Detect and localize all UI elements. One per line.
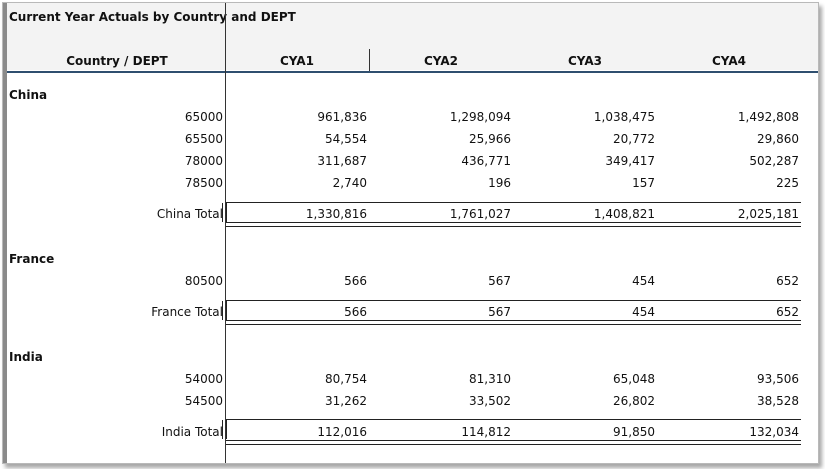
total-value-cell: 652: [776, 305, 799, 319]
value-cell: 29,860: [757, 132, 799, 146]
value-cell: 225: [776, 176, 799, 190]
total-value-cell: 112,016: [317, 425, 367, 439]
value-cell: 1,298,094: [449, 110, 511, 124]
dept-label: 65500: [184, 132, 223, 146]
country-label: France: [9, 252, 55, 266]
dept-label: 78000: [184, 154, 223, 168]
total-value-cell: 91,850: [613, 425, 655, 439]
total-value-cell: 114,812: [461, 425, 511, 439]
total-value-cell: 567: [488, 305, 511, 319]
total-top-rule: [226, 202, 801, 203]
column-separator: [369, 49, 370, 71]
total-value-cell: 566: [344, 305, 367, 319]
dept-label: 54000: [184, 372, 223, 386]
total-value-cell: 1,330,816: [305, 207, 367, 221]
value-cell: 80,754: [325, 372, 367, 386]
total-top-rule: [226, 419, 801, 420]
value-cell: 196: [488, 176, 511, 190]
total-top-rule: [226, 300, 801, 301]
total-value-cell: 1,408,821: [593, 207, 655, 221]
value-cell: 961,836: [317, 110, 367, 124]
value-cell: 1,492,808: [737, 110, 799, 124]
value-cell: 93,506: [757, 372, 799, 386]
dept-label: 54500: [184, 394, 223, 408]
report-window: Current Year Actuals by Country and DEPT…: [2, 2, 819, 464]
total-double-rule: [226, 222, 801, 227]
dept-label: 78500: [184, 176, 223, 190]
value-cell: 20,772: [613, 132, 655, 146]
value-cell: 652: [776, 274, 799, 288]
dept-label: 80500: [184, 274, 223, 288]
report-title: Current Year Actuals by Country and DEPT: [9, 10, 296, 24]
total-value-cell: 1,761,027: [449, 207, 511, 221]
header-rule: [7, 71, 818, 73]
value-cell: 311,687: [317, 154, 367, 168]
value-cell: 65,048: [613, 372, 655, 386]
total-label: China Total: [156, 207, 223, 221]
value-cell: 567: [488, 274, 511, 288]
column-header-cya2: CYA2: [424, 54, 458, 68]
row-header-divider: [225, 3, 226, 463]
value-cell: 38,528: [757, 394, 799, 408]
value-cell: 31,262: [325, 394, 367, 408]
total-double-rule: [226, 320, 801, 325]
country-label: China: [9, 88, 48, 102]
value-cell: 157: [632, 176, 655, 190]
column-header-cya1: CYA1: [280, 54, 314, 68]
value-cell: 54,554: [325, 132, 367, 146]
value-cell: 26,802: [613, 394, 655, 408]
dept-label: 65000: [184, 110, 223, 124]
total-double-rule: [226, 440, 801, 445]
value-cell: 349,417: [605, 154, 655, 168]
value-cell: 566: [344, 274, 367, 288]
total-label: France Total: [151, 305, 223, 319]
value-cell: 81,310: [469, 372, 511, 386]
value-cell: 33,502: [469, 394, 511, 408]
total-label: India Total: [161, 425, 223, 439]
row-header-label: Country / DEPT: [66, 54, 168, 68]
value-cell: 454: [632, 274, 655, 288]
value-cell: 25,966: [469, 132, 511, 146]
value-cell: 502,287: [749, 154, 799, 168]
column-header-cya3: CYA3: [568, 54, 602, 68]
total-value-cell: 2,025,181: [737, 207, 799, 221]
value-cell: 436,771: [461, 154, 511, 168]
country-label: India: [9, 350, 43, 364]
total-value-cell: 454: [632, 305, 655, 319]
total-value-cell: 132,034: [749, 425, 799, 439]
column-header-cya4: CYA4: [712, 54, 746, 68]
value-cell: 1,038,475: [593, 110, 655, 124]
value-cell: 2,740: [332, 176, 367, 190]
